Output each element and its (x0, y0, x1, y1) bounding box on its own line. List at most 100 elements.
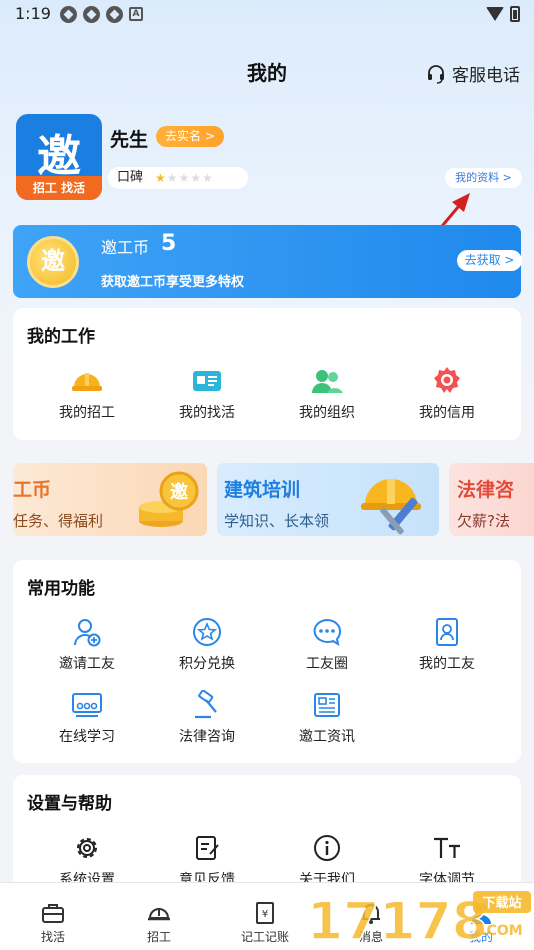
tab-find-work-label: 找活 (40, 930, 65, 944)
about-us-item[interactable]: 关于我们 (267, 831, 387, 889)
my-credit-item[interactable]: 我的信用 (387, 364, 507, 422)
tab-find-work[interactable]: 找活 (0, 883, 106, 945)
avatar[interactable]: 邀 招工 找活 (16, 114, 102, 200)
my-hiring-label: 我的招工 (59, 405, 115, 421)
gavel-icon (195, 690, 217, 719)
my-coworkers-label: 我的工友 (419, 656, 475, 672)
common-functions-card: 常用功能 邀请工友 积分兑换 工友圈 我的工友 在线学习 法律咨询 邀工资讯 (13, 560, 521, 763)
verify-identity-button[interactable]: 去实名 > (156, 126, 224, 147)
feedback-icon (196, 836, 219, 860)
status-system-icons (486, 6, 520, 22)
chat-bubble-icon (313, 618, 341, 646)
settings-help-title: 设置与帮助 (27, 794, 112, 814)
coin-logo-icon: 邀 (27, 236, 79, 288)
briefcase-icon (42, 904, 64, 923)
promo-legal-subtitle: 欠薪?法 (457, 512, 510, 530)
helmet-icon (72, 373, 102, 391)
headset-icon (428, 64, 444, 84)
group-icon (312, 370, 343, 393)
coin-get-button[interactable]: 去获取 > (457, 250, 522, 271)
tab-messages[interactable]: 消息 (318, 883, 424, 945)
wifi-icon (486, 7, 504, 21)
my-credit-label: 我的信用 (419, 405, 475, 421)
legal-consult-label: 法律咨询 (179, 729, 235, 745)
promo-legal-title: 法律咨 (457, 479, 515, 501)
promo-banner-training[interactable]: 建筑培训 学知识、长本领 (217, 463, 439, 536)
promo-banner-coins[interactable]: 工币 任务、得福利 邀 (13, 463, 207, 536)
gear-icon (77, 838, 97, 858)
star-badge-icon (193, 618, 221, 646)
system-settings-item[interactable]: 系统设置 (27, 831, 147, 889)
promo-coins-title: 工币 (13, 479, 52, 501)
battery-icon (510, 6, 520, 22)
common-functions-title: 常用功能 (27, 579, 95, 599)
hardhat-tools-icon (361, 479, 421, 535)
online-learning-icon (72, 693, 102, 717)
my-work-title: 我的工作 (27, 327, 95, 347)
person-icon (471, 903, 491, 924)
svg-text:¥: ¥ (262, 909, 268, 920)
tab-hire[interactable]: 招工 (106, 883, 212, 945)
promo-training-title: 建筑培训 (224, 479, 301, 501)
helmet-icon (148, 908, 170, 921)
star-empty-icon: ★ (202, 171, 214, 185)
coin-stack-icon: 邀 (139, 471, 199, 527)
notification-icon (60, 6, 77, 23)
star-empty-icon: ★ (190, 171, 203, 185)
invite-user-icon (74, 619, 101, 647)
my-work-card: 我的工作 我的招工 我的找活 我的组织 我的信用 (13, 308, 521, 440)
my-organization-label: 我的组织 (299, 405, 355, 421)
feedback-item[interactable]: 意见反馈 (147, 831, 267, 889)
promo-training-subtitle: 学知识、长本领 (224, 512, 330, 530)
news-icon (314, 693, 340, 717)
tab-work-ledger-label: 记工记账 (240, 930, 289, 944)
status-time: 1:19 (15, 4, 51, 23)
status-notification-icons: A (60, 6, 143, 23)
tab-hire-label: 招工 (146, 930, 171, 944)
points-exchange-item[interactable]: 积分兑换 (147, 615, 267, 673)
svg-text:邀: 邀 (170, 481, 188, 503)
tab-mine[interactable]: 我的 (428, 883, 534, 945)
online-learning-item[interactable]: 在线学习 (27, 688, 147, 746)
legal-consult-item[interactable]: 法律咨询 (147, 688, 267, 746)
notification-icon (106, 6, 123, 23)
star-empty-icon: ★ (178, 171, 191, 185)
notification-icon (83, 6, 100, 23)
reputation-stars: ★★★★★ (155, 167, 214, 189)
ledger-icon: ¥ (256, 902, 274, 924)
star-filled-icon: ★ (155, 171, 167, 185)
notification-a-icon: A (129, 7, 143, 21)
worker-circle-item[interactable]: 工友圈 (267, 615, 387, 673)
my-organization-item[interactable]: 我的组织 (267, 364, 387, 422)
contact-book-icon (436, 618, 458, 646)
bottom-tab-bar: 找活 招工 ¥ 记工记账 消息 我的 (0, 882, 534, 950)
promo-banner-legal[interactable]: 法律咨 欠薪?法 (449, 463, 534, 536)
my-hiring-item[interactable]: 我的招工 (27, 364, 147, 422)
my-job-search-item[interactable]: 我的找活 (147, 364, 267, 422)
bell-icon (362, 904, 380, 924)
my-data-button[interactable]: 我的资料 > (445, 168, 522, 188)
avatar-logo-char: 邀 (37, 131, 81, 182)
reputation-bar: 口碑 ★★★★★ (108, 167, 248, 189)
my-coworkers-item[interactable]: 我的工友 (387, 615, 507, 673)
tab-messages-label: 消息 (358, 930, 383, 944)
user-name: 先生 (110, 129, 149, 151)
avatar-logo-strip: 招工 找活 (16, 176, 102, 200)
id-card-icon (193, 371, 221, 391)
star-empty-icon: ★ (166, 171, 179, 185)
promo-coins-subtitle: 任务、得福利 (13, 512, 104, 530)
online-learning-label: 在线学习 (59, 729, 115, 745)
coin-count: 5 (161, 231, 177, 256)
worker-circle-label: 工友圈 (306, 656, 348, 672)
font-size-item[interactable]: 字体调节 (387, 831, 507, 889)
coin-subtitle: 获取邀工币享受更多特权 (101, 275, 245, 290)
medal-icon (434, 367, 460, 393)
yaogong-news-item[interactable]: 邀工资讯 (267, 688, 387, 746)
tab-work-ledger[interactable]: ¥ 记工记账 (212, 883, 318, 945)
coin-banner[interactable]: 邀 邀工币 5 获取邀工币享受更多特权 去获取 > (13, 225, 522, 298)
status-bar: 1:19 A (0, 0, 534, 30)
invite-friend-item[interactable]: 邀请工友 (27, 615, 147, 673)
yaogong-news-label: 邀工资讯 (299, 729, 355, 745)
customer-service-button[interactable]: 客服电话 (426, 61, 520, 86)
customer-service-label: 客服电话 (452, 66, 520, 86)
